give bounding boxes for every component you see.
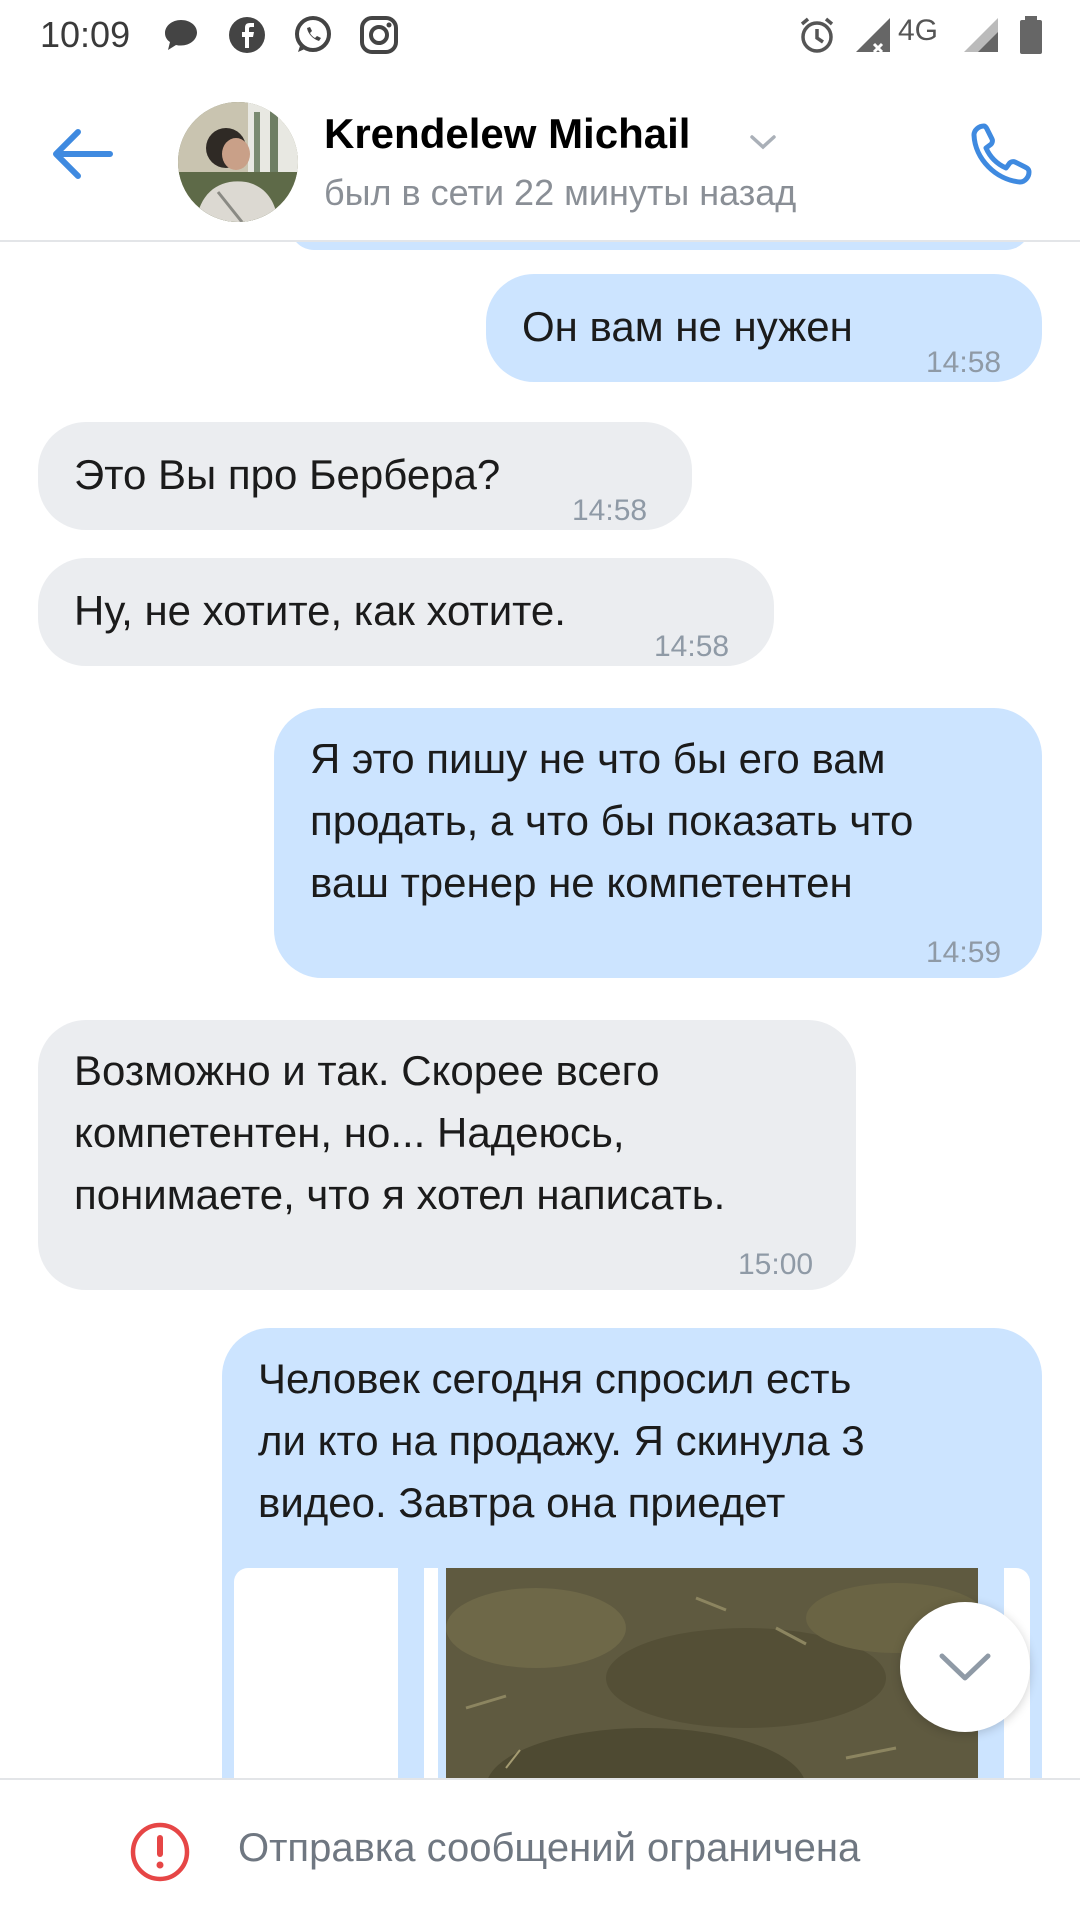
message-list[interactable]: Он вам не нужен 14:58 Это Вы про Бербера… xyxy=(0,242,1080,1778)
restriction-notice: Отправка сообщений ограничена xyxy=(238,1826,861,1870)
message-text: Ну, не хотите, как хотите. xyxy=(74,587,566,634)
message-text: Я это пишу не что бы его вам продать, а … xyxy=(310,735,914,906)
back-arrow-icon[interactable] xyxy=(48,124,118,184)
message-bubble-outgoing[interactable]: Я это пишу не что бы его вам продать, а … xyxy=(274,708,1042,978)
scroll-down-button[interactable] xyxy=(900,1602,1030,1732)
status-time: 10:09 xyxy=(40,14,131,55)
message-bubble-incoming[interactable]: Ну, не хотите, как хотите. 14:58 xyxy=(38,558,774,666)
signal-icon xyxy=(856,18,890,54)
signal-icon xyxy=(964,18,998,52)
chevron-down-icon xyxy=(939,1653,991,1681)
message-bubble-partial xyxy=(290,242,1030,250)
instagram-icon xyxy=(360,16,398,54)
message-restriction-bar: Отправка сообщений ограничена xyxy=(0,1778,1080,1920)
phone-icon[interactable] xyxy=(964,118,1038,192)
last-seen-status: был в сети 22 минуты назад xyxy=(324,172,797,213)
message-time: 15:00 xyxy=(738,1248,814,1281)
contact-name[interactable]: Krendelew Michail xyxy=(324,110,690,158)
message-bubble-incoming[interactable]: Это Вы про Бербера? 14:58 xyxy=(38,422,692,530)
chat-bubble-icon xyxy=(165,20,197,50)
message-time: 14:58 xyxy=(572,494,648,527)
warning-icon xyxy=(130,1822,190,1882)
avatar[interactable] xyxy=(178,102,298,222)
message-bubble-incoming[interactable]: Возможно и так. Скорее всего компетентен… xyxy=(38,1020,856,1290)
message-time: 14:58 xyxy=(654,630,730,663)
message-text: Человек сегодня спросил есть ли кто на п… xyxy=(258,1355,865,1526)
status-bar: 10:09 4G xyxy=(0,0,1080,74)
network-type: 4G xyxy=(898,14,939,47)
battery-icon xyxy=(1020,16,1042,54)
chevron-down-icon[interactable] xyxy=(748,132,778,152)
message-text: Возможно и так. Скорее всего компетентен… xyxy=(74,1047,726,1218)
chat-header: Krendelew Michail был в сети 22 минуты н… xyxy=(0,74,1080,242)
message-text: Он вам не нужен xyxy=(522,303,853,350)
video-attachment-2[interactable] xyxy=(446,1568,978,1778)
message-text: Это Вы про Бербера? xyxy=(74,451,501,498)
attachment-divider xyxy=(424,1568,438,1778)
message-time: 14:58 xyxy=(926,346,1002,379)
message-bubble-outgoing[interactable]: Он вам не нужен 14:58 xyxy=(486,274,1042,382)
message-time: 14:59 xyxy=(926,936,1002,969)
facebook-icon xyxy=(229,17,265,53)
alarm-icon xyxy=(800,17,834,53)
video-attachment-1[interactable] xyxy=(234,1568,398,1778)
whatsapp-icon xyxy=(295,16,331,52)
